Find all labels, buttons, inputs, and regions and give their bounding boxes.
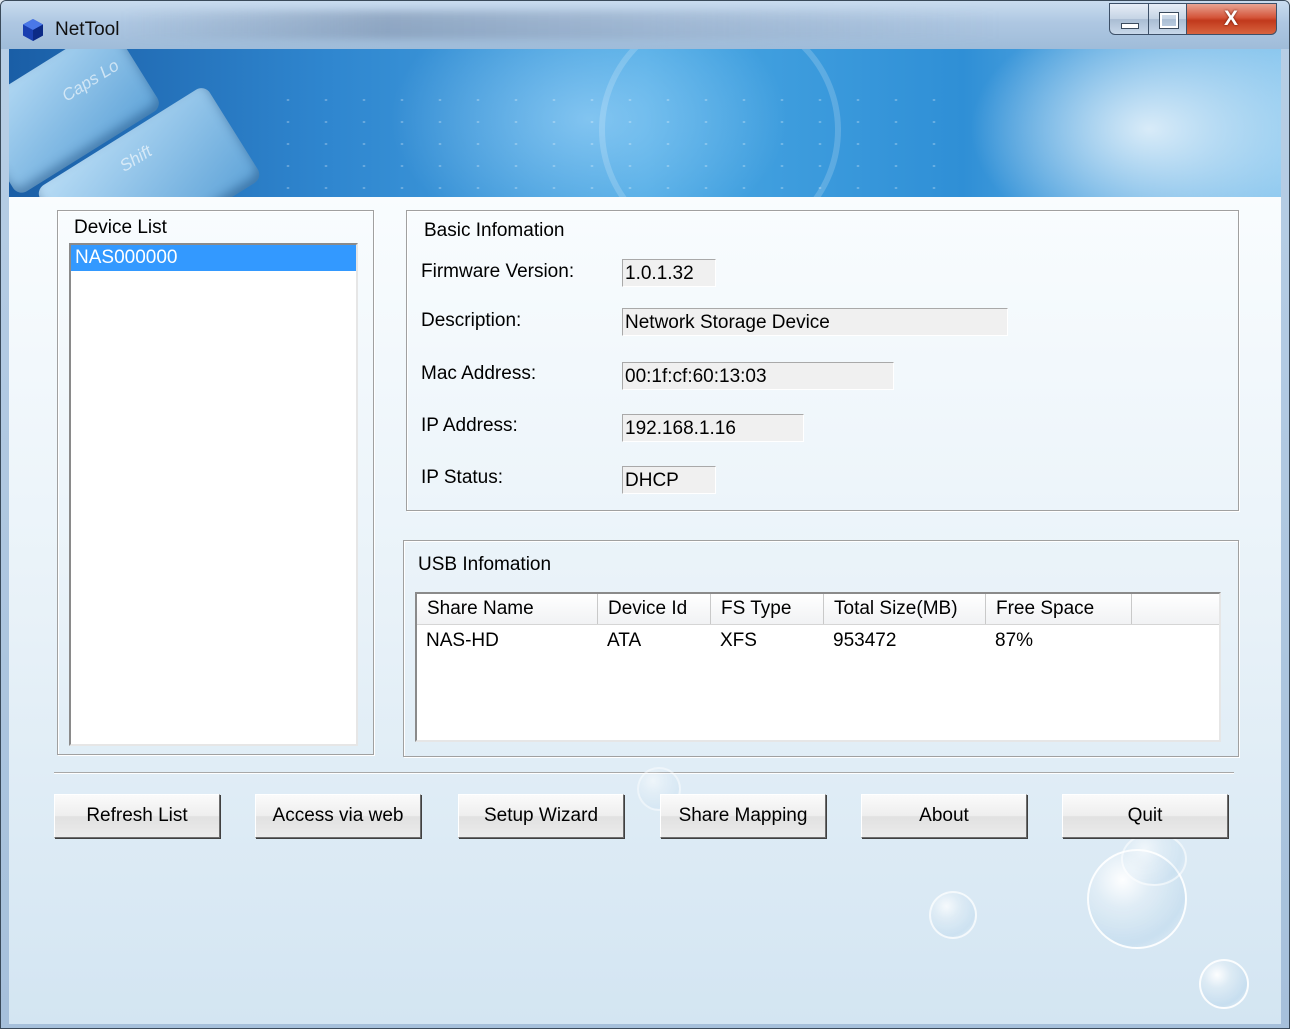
device-list[interactable]: NAS000000 <box>69 243 358 746</box>
column-blank <box>1132 594 1219 624</box>
client-area: Caps Lo Shift Device List NAS000000 Basi… <box>9 49 1281 1024</box>
ip-status-field: DHCP <box>622 466 716 494</box>
device-list-item[interactable]: NAS000000 <box>71 245 356 271</box>
description-label: Description: <box>421 310 522 331</box>
quit-button[interactable]: Quit <box>1062 794 1228 838</box>
usb-table-header: Share Name Device Id FS Type Total Size(… <box>417 594 1219 625</box>
usb-info-caption: USB Infomation <box>418 554 552 575</box>
column-total-size[interactable]: Total Size(MB) <box>824 594 986 624</box>
window-title: NetTool <box>55 19 120 40</box>
bubble-decoration <box>929 891 977 939</box>
nettool-window: NetTool X Caps Lo Shift Device List NAS0… <box>0 0 1290 1029</box>
access-via-web-button[interactable]: Access via web <box>255 794 421 838</box>
usb-table[interactable]: Share Name Device Id FS Type Total Size(… <box>415 592 1221 742</box>
cell-device-id: ATA <box>607 630 642 651</box>
description-field: Network Storage Device <box>622 308 1008 336</box>
ip-address-field: 192.168.1.16 <box>622 414 804 442</box>
refresh-list-button[interactable]: Refresh List <box>54 794 220 838</box>
cell-fs-type: XFS <box>720 630 757 651</box>
mac-address-field: 00:1f:cf:60:13:03 <box>622 362 894 390</box>
column-fs-type[interactable]: FS Type <box>711 594 824 624</box>
ip-status-label: IP Status: <box>421 467 504 488</box>
close-button[interactable]: X <box>1187 3 1277 35</box>
basic-info-caption: Basic Infomation <box>424 220 565 241</box>
mac-address-label: Mac Address: <box>421 363 537 384</box>
minimize-button[interactable] <box>1109 3 1149 35</box>
maximize-icon <box>1159 12 1179 29</box>
cell-total-size: 953472 <box>833 630 897 651</box>
title-bar[interactable]: NetTool X <box>1 1 1289 49</box>
cell-share-name: NAS-HD <box>426 630 499 651</box>
ip-address-label: IP Address: <box>421 415 518 436</box>
about-button[interactable]: About <box>861 794 1027 838</box>
close-icon: X <box>1223 7 1238 30</box>
bubble-decoration <box>1199 959 1249 1009</box>
blue-cube-icon <box>23 19 43 41</box>
share-mapping-button[interactable]: Share Mapping <box>660 794 826 838</box>
header-banner: Caps Lo Shift <box>9 49 1281 197</box>
basic-info-group <box>406 210 1239 511</box>
cell-free-space: 87% <box>995 630 1034 651</box>
setup-wizard-button[interactable]: Setup Wizard <box>458 794 624 838</box>
column-share-name[interactable]: Share Name <box>417 594 598 624</box>
column-device-id[interactable]: Device Id <box>598 594 711 624</box>
minimize-icon <box>1121 23 1139 29</box>
column-free-space[interactable]: Free Space <box>986 594 1132 624</box>
maximize-button[interactable] <box>1149 3 1187 35</box>
firmware-field: 1.0.1.32 <box>622 259 716 287</box>
bubble-decoration <box>1121 832 1187 886</box>
firmware-label: Firmware Version: <box>421 261 575 282</box>
device-list-caption: Device List <box>74 217 167 238</box>
